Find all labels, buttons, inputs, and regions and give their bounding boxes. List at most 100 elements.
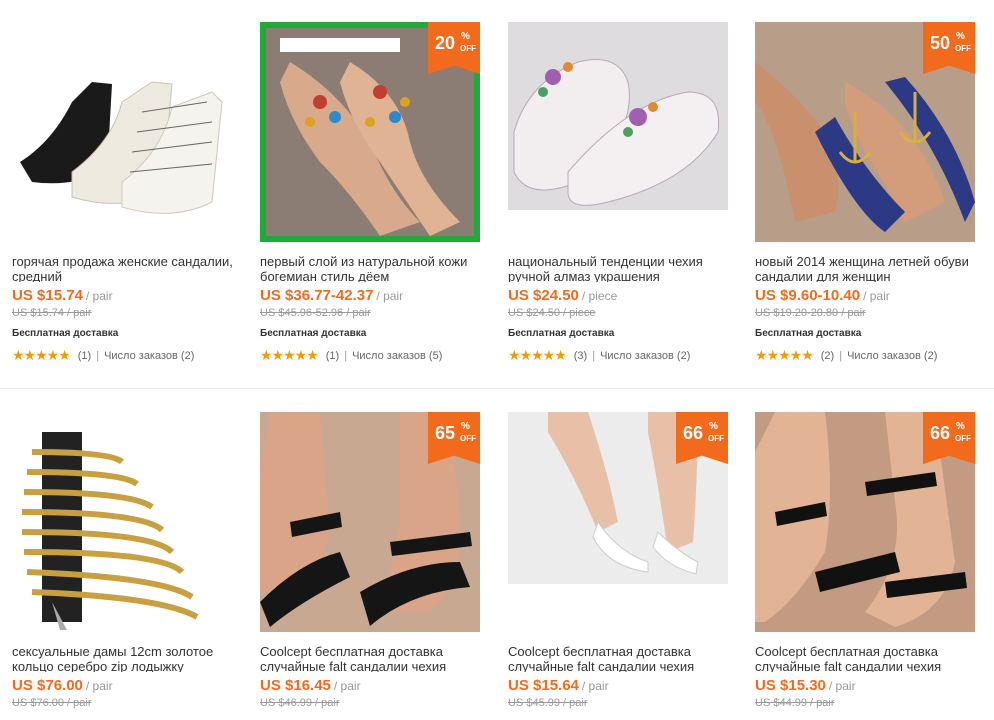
discount-value: 50 — [930, 33, 951, 53]
price-unit: / pair — [85, 289, 113, 303]
rating-row: ★★★★★ (1) | Число заказов (5) — [260, 347, 490, 364]
price-row: US $15.30/ pair — [755, 677, 985, 694]
product-price: US $9.60-10.40 — [755, 287, 861, 304]
product-title[interactable]: Coolcept бесплатная доставка случайные f… — [755, 644, 980, 672]
discount-percent: % — [709, 421, 718, 432]
product-card[interactable]: национальный тенденции чехия ручной алма… — [508, 22, 738, 364]
star-rating-icon: ★★★★★ — [260, 347, 319, 363]
product-card[interactable]: сексуальные дамы 12cm золотое кольцо сер… — [12, 412, 242, 709]
free-shipping-label: Бесплатная доставка — [260, 328, 367, 339]
price-unit: / pair — [376, 289, 404, 303]
separator: | — [592, 349, 596, 362]
white-black-strappy-sandals-icon — [12, 22, 232, 242]
original-price: US $19.20-20.80 / pair — [755, 307, 866, 319]
order-count: Число заказов (5) — [352, 349, 443, 362]
product-price: US $16.45 — [260, 677, 331, 694]
review-count[interactable]: (1) — [326, 350, 339, 362]
product-price: US $36.77-42.37 — [260, 287, 374, 304]
price-row: US $36.77-42.37/ pair — [260, 287, 490, 304]
rating-row: ★★★★★ (1) | Число заказов (2) — [12, 347, 242, 364]
discount-off: OFF — [460, 434, 476, 443]
free-shipping-label: Бесплатная доставка — [12, 328, 119, 339]
price-unit: / piece — [581, 289, 618, 303]
separator: | — [839, 349, 843, 362]
star-rating-icon: ★★★★★ — [12, 347, 71, 363]
discount-percent: % — [956, 421, 965, 432]
price-row: US $16.45/ pair — [260, 677, 490, 694]
price-row: US $15.74/ pair — [12, 287, 242, 304]
rating-row: ★★★★★ (2) | Число заказов (2) — [755, 347, 985, 364]
order-count: Число заказов (2) — [104, 349, 195, 362]
product-image[interactable]: 20 % OFF — [260, 22, 480, 242]
original-price: US $44.99 / pair — [755, 697, 835, 709]
order-count: Число заказов (2) — [847, 349, 938, 362]
price-row: US $24.50/ piece — [508, 287, 738, 304]
product-image[interactable]: 50 % OFF — [755, 22, 975, 242]
original-price: US $76.00 / pair — [12, 697, 92, 709]
product-card[interactable]: 66 % OFF Coolcept бесплатная доставка сл… — [508, 412, 738, 709]
row-divider — [0, 388, 994, 389]
discount-off: OFF — [708, 434, 724, 443]
product-card[interactable]: 66 % OFF Coolcept бесплатная доставка сл… — [755, 412, 985, 709]
product-price: US $76.00 — [12, 677, 83, 694]
product-image[interactable]: 66 % OFF — [755, 412, 975, 632]
product-card[interactable]: 50 % OFF новый 2014 женщина летней обуви… — [755, 22, 985, 364]
separator: | — [344, 349, 348, 362]
price-unit: / pair — [581, 679, 609, 693]
product-title[interactable]: национальный тенденции чехия ручной алма… — [508, 254, 733, 282]
beaded-slipper-sandals-icon — [508, 22, 728, 242]
original-price: US $45.96-52.96 / pair — [260, 307, 371, 319]
product-price: US $24.50 — [508, 287, 579, 304]
product-price: US $15.64 — [508, 677, 579, 694]
discount-value: 20 — [435, 33, 456, 53]
discount-percent: % — [461, 31, 470, 42]
product-title[interactable]: Coolcept бесплатная доставка случайные f… — [260, 644, 485, 672]
price-row: US $76.00/ pair — [12, 677, 242, 694]
product-image[interactable] — [12, 22, 232, 242]
price-unit: / pair — [333, 679, 361, 693]
product-grid: горячая продажа женские сандалии, средни… — [0, 0, 994, 720]
product-image[interactable]: 66 % OFF — [508, 412, 728, 632]
product-title[interactable]: новый 2014 женщина летней обуви сандалии… — [755, 254, 980, 282]
product-price: US $15.30 — [755, 677, 826, 694]
review-count[interactable]: (3) — [574, 350, 587, 362]
price-unit: / pair — [863, 289, 890, 303]
price-unit: / pair — [828, 679, 856, 693]
original-price: US $24.50 / piece — [508, 307, 596, 319]
product-card[interactable]: 65 % OFF Coolcept бесплатная доставка сл… — [260, 412, 490, 709]
free-shipping-label: Бесплатная доставка — [508, 328, 615, 339]
separator: | — [96, 349, 100, 362]
free-shipping-label: Бесплатная доставка — [755, 328, 862, 339]
product-title[interactable]: сексуальные дамы 12cm золотое кольцо сер… — [12, 644, 237, 672]
price-row: US $9.60-10.40/ pair — [755, 287, 985, 304]
star-rating-icon: ★★★★★ — [755, 347, 814, 363]
product-card[interactable]: 20 % OFF первый слой из натуральной кожи… — [260, 22, 490, 364]
original-price: US $45.99 / pair — [508, 697, 588, 709]
discount-off: OFF — [460, 44, 476, 53]
discount-value: 66 — [683, 423, 704, 443]
star-rating-icon: ★★★★★ — [508, 347, 567, 363]
product-image[interactable] — [12, 412, 232, 632]
discount-off: OFF — [955, 44, 971, 53]
product-title[interactable]: горячая продажа женские сандалии, средни… — [12, 254, 237, 282]
discount-off: OFF — [955, 434, 971, 443]
review-count[interactable]: (1) — [78, 350, 91, 362]
discount-percent: % — [461, 421, 470, 432]
product-image[interactable]: 65 % OFF — [260, 412, 480, 632]
discount-percent: % — [956, 31, 965, 42]
product-card[interactable]: горячая продажа женские сандалии, средни… — [12, 22, 242, 364]
discount-value: 65 — [435, 423, 456, 443]
product-title[interactable]: Coolcept бесплатная доставка случайные f… — [508, 644, 733, 672]
original-price: US $15.74 / pair — [12, 307, 92, 319]
product-title[interactable]: первый слой из натуральной кожи богемиан… — [260, 254, 485, 282]
gold-heel-sandal-icon — [12, 412, 232, 632]
price-row: US $15.64/ pair — [508, 677, 738, 694]
product-image[interactable] — [508, 22, 728, 242]
order-count: Число заказов (2) — [600, 349, 691, 362]
price-unit: / pair — [85, 679, 113, 693]
product-price: US $15.74 — [12, 287, 83, 304]
discount-value: 66 — [930, 423, 951, 443]
rating-row: ★★★★★ (3) | Число заказов (2) — [508, 347, 738, 364]
review-count[interactable]: (2) — [821, 350, 834, 362]
original-price: US $46.99 / pair — [260, 697, 340, 709]
